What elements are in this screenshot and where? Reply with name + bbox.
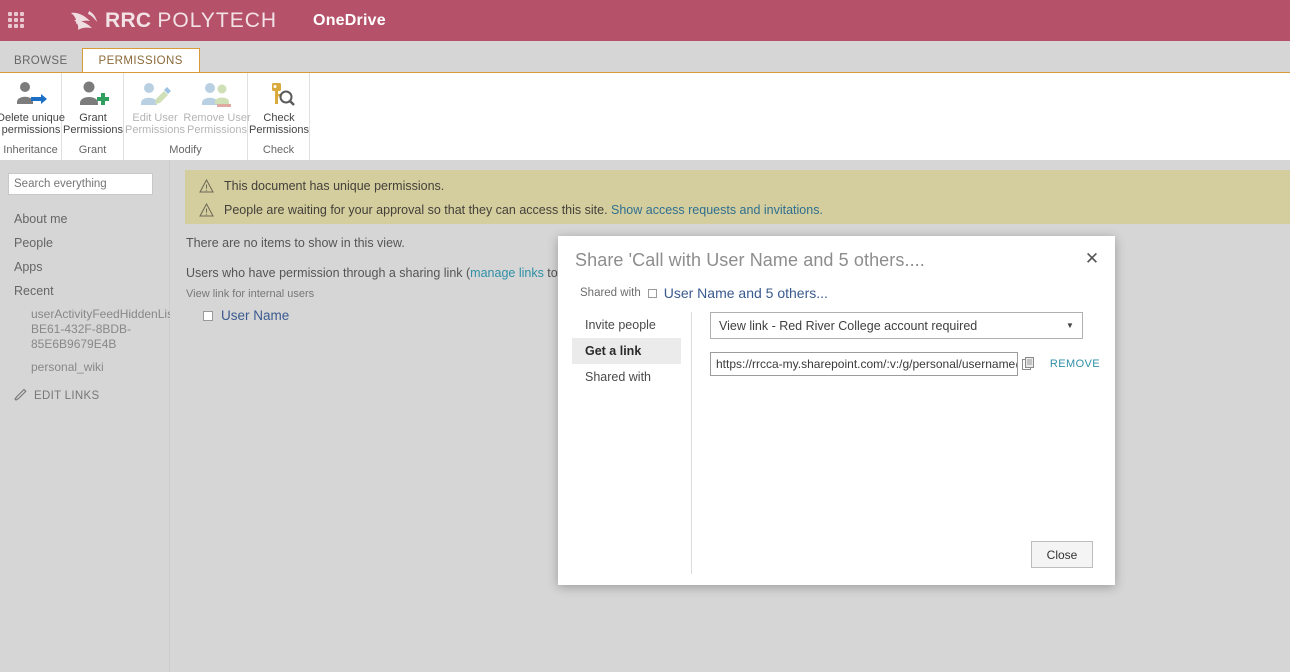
sidebar-item-people[interactable]: People — [0, 231, 170, 255]
notice-text-1: This document has unique permissions. — [224, 179, 444, 194]
notice-text-2: People are waiting for your approval so … — [224, 203, 823, 218]
edit-links-label: EDIT LINKS — [34, 390, 99, 402]
ribbon-group-inheritance: Delete unique permissions Inheritance — [0, 73, 62, 161]
search-input[interactable] — [9, 177, 170, 191]
ribbon-tab-list: BROWSE PERMISSIONS — [0, 46, 200, 73]
remove-user-permissions-label: Remove User Permissions — [183, 112, 251, 136]
shared-with-label: Shared with — [580, 287, 641, 299]
ribbon-group-modify: Edit User Permissions — [124, 73, 248, 161]
remove-user-permissions-button[interactable]: Remove User Permissions — [186, 73, 248, 136]
show-access-requests-link[interactable]: Show access requests and invitations. — [611, 203, 823, 217]
suite-header-bar: RRC POLYTECH OneDrive — [0, 0, 1290, 41]
search-box[interactable]: ▼ — [8, 173, 153, 195]
ribbon: BROWSE PERMISSIONS — [0, 41, 1290, 160]
shared-with-checkbox[interactable] — [648, 289, 657, 298]
sidebar-item-personal-wiki[interactable]: personal_wiki — [0, 356, 170, 379]
label-line-2: Permissions — [63, 124, 123, 136]
ribbon-body: Delete unique permissions Inheritance — [0, 72, 1290, 160]
grant-permissions-icon — [76, 79, 110, 109]
user-row-checkbox[interactable] — [203, 311, 213, 321]
notice-line-2: People are waiting for your approval so … — [199, 203, 1290, 222]
sidebar-item-user-activity-feed[interactable]: userActivityFeedHiddenListF4387007-BE61-… — [0, 303, 170, 356]
check-permissions-icon — [262, 79, 296, 109]
no-items-message: There are no items to show in this view. — [186, 236, 405, 250]
share-tab-invite-people[interactable]: Invite people — [572, 312, 681, 338]
check-permissions-button[interactable]: Check Permissions — [248, 73, 310, 136]
remove-link-button[interactable]: REMOVE — [1050, 358, 1100, 370]
pencil-icon — [14, 388, 27, 404]
edit-user-permissions-button[interactable]: Edit User Permissions — [124, 73, 186, 136]
page-root: RRC POLYTECH OneDrive BROWSE PERMISSIONS — [0, 0, 1290, 672]
grant-permissions-label: Grant Permissions — [59, 112, 127, 136]
permissions-notice-bar: This document has unique permissions. Pe… — [185, 170, 1290, 224]
label-line-2: Permissions — [249, 124, 309, 136]
shared-with-summary: Shared with User Name and 5 others... — [580, 285, 828, 301]
ribbon-group-label-grant: Grant — [62, 143, 123, 161]
sharing-prefix-text: Users who have permission through a shar… — [186, 266, 470, 280]
ribbon-group-check: Check Permissions Check — [248, 73, 310, 161]
delete-unique-permissions-button[interactable]: Delete unique permissions — [0, 73, 62, 136]
share-tab-get-a-link[interactable]: Get a link — [572, 338, 681, 364]
view-link-caption: View link for internal users — [186, 288, 314, 300]
remove-user-permissions-icon — [200, 79, 234, 109]
get-a-link-panel: View link - Red River College account re… — [710, 312, 1100, 376]
brand-primary-text: RRC — [105, 9, 151, 33]
notice-text-2-body: People are waiting for your approval so … — [224, 203, 611, 217]
sidebar-nav-list: About me People Apps Recent userActivity… — [0, 207, 170, 379]
warning-triangle-icon — [199, 179, 214, 198]
edit-user-permissions-label: Edit User Permissions — [121, 112, 189, 136]
check-permissions-label: Check Permissions — [245, 112, 313, 136]
delete-unique-permissions-label: Delete unique permissions — [0, 112, 65, 136]
edit-user-permissions-icon — [138, 79, 172, 109]
link-url-row: https://rrcca-my.sharepoint.com/:v:/g/pe… — [710, 352, 1100, 376]
suite-app-name[interactable]: OneDrive — [313, 12, 386, 30]
ribbon-group-label-check: Check — [248, 143, 309, 161]
ribbon-group-grant: Grant Permissions Grant — [62, 73, 124, 161]
manage-links-link[interactable]: manage links — [470, 266, 544, 280]
permission-user-row: User Name — [203, 308, 289, 323]
close-icon[interactable]: ✕ — [1081, 247, 1103, 269]
close-button[interactable]: Close — [1031, 541, 1093, 568]
app-launcher-icon[interactable] — [8, 12, 26, 30]
brand-secondary-text: POLYTECH — [157, 9, 277, 33]
ribbon-tab-permissions[interactable]: PERMISSIONS — [82, 48, 200, 75]
rrc-polytech-logo-icon — [68, 9, 98, 33]
share-dialog-footer: Close — [558, 529, 1115, 585]
label-line-2: permissions — [2, 124, 61, 136]
label-line-1: Delete unique — [0, 112, 65, 124]
brand-wordmark: RRC POLYTECH — [105, 9, 277, 33]
delete-unique-permissions-icon — [14, 79, 48, 109]
chevron-down-icon: ▼ — [1058, 321, 1082, 330]
share-dialog-title: Share 'Call with User Name and 5 others.… — [575, 250, 925, 271]
link-url-field[interactable]: https://rrcca-my.sharepoint.com/:v:/g/pe… — [710, 352, 1018, 376]
label-line-1: Edit User — [132, 112, 177, 124]
link-type-dropdown[interactable]: View link - Red River College account re… — [710, 312, 1083, 339]
sidebar-item-recent[interactable]: Recent — [0, 279, 170, 303]
ribbon-group-label-modify: Modify — [124, 143, 247, 161]
label-line-2: Permissions — [125, 124, 185, 136]
user-row-name[interactable]: User Name — [221, 308, 289, 323]
share-tab-shared-with[interactable]: Shared with — [572, 364, 681, 390]
label-line-2: Permissions — [187, 124, 247, 136]
shared-with-names-link[interactable]: User Name and 5 others... — [664, 285, 828, 301]
grant-permissions-button[interactable]: Grant Permissions — [62, 73, 124, 136]
warning-triangle-icon — [199, 203, 214, 222]
label-line-1: Grant — [79, 112, 107, 124]
link-type-selected-value: View link - Red River College account re… — [711, 319, 1058, 333]
ribbon-group-label-inheritance: Inheritance — [0, 143, 61, 161]
sidebar: ▼ About me People Apps Recent userActivi… — [0, 160, 170, 672]
copy-icon[interactable] — [1021, 356, 1036, 372]
notice-line-1: This document has unique permissions. — [199, 179, 1290, 198]
share-dialog: Share 'Call with User Name and 5 others.… — [558, 236, 1115, 585]
link-url-value: https://rrcca-my.sharepoint.com/:v:/g/pe… — [711, 357, 1017, 371]
sharing-link-description: Users who have permission through a shar… — [186, 266, 590, 280]
label-line-1: Check — [263, 112, 294, 124]
label-line-1: Remove User — [183, 112, 250, 124]
ribbon-tab-browse[interactable]: BROWSE — [0, 50, 82, 74]
sidebar-item-apps[interactable]: Apps — [0, 255, 170, 279]
edit-links-button[interactable]: EDIT LINKS — [14, 388, 99, 404]
sidebar-item-about-me[interactable]: About me — [0, 207, 170, 231]
